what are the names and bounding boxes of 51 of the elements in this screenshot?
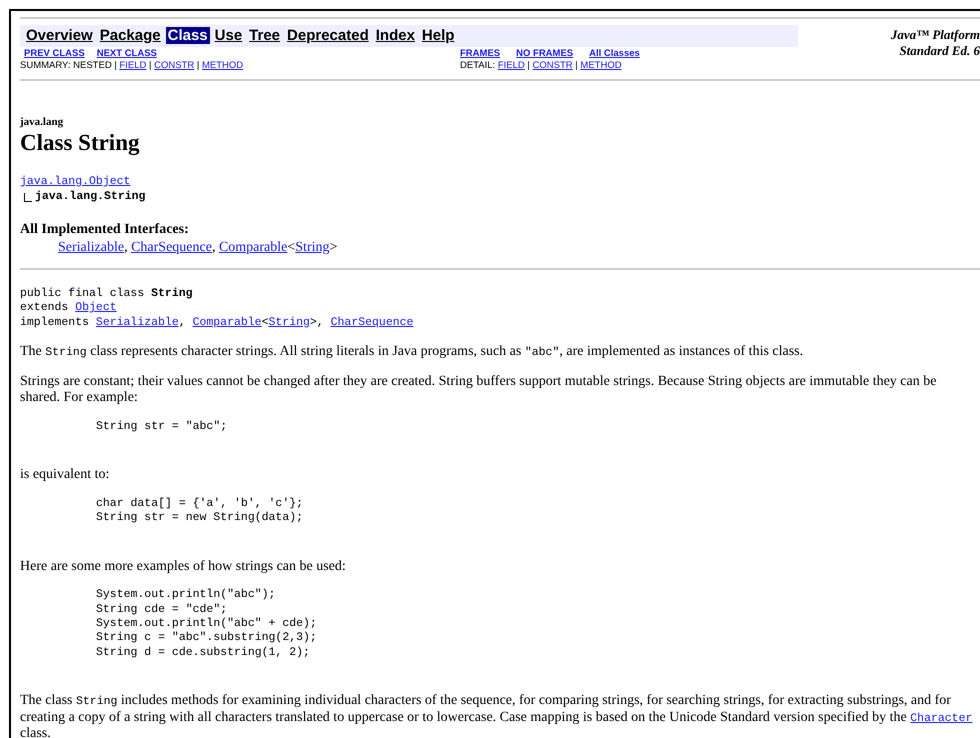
link[interactable]: Object	[75, 301, 117, 314]
interfaces-list: Serializable, CharSequence, Comparable<String>	[58, 238, 980, 258]
link[interactable]: CONSTR	[154, 60, 194, 72]
nav-link[interactable]: NO FRAMES	[516, 48, 574, 60]
package-name: java.lang	[20, 114, 64, 130]
nav-link[interactable]: All Classes	[589, 48, 640, 60]
nav-tab[interactable]: Class	[166, 27, 210, 44]
link[interactable]: String	[295, 240, 330, 255]
declaration-line: public final class String	[20, 287, 194, 302]
nav-tab[interactable]: Help	[420, 27, 456, 44]
link[interactable]: METHOD	[580, 60, 622, 72]
link[interactable]: FIELD	[119, 60, 146, 72]
link[interactable]: CharSequence	[131, 240, 212, 255]
detail-line: DETAIL: FIELD | CONSTR | METHOD	[460, 60, 623, 72]
nav-link[interactable]: NEXT CLASS	[96, 48, 157, 60]
paragraph: The class String includes methods for examining individual characters of the sequence, for comparing strings, for searching strings, for extracting substrings, and for creating a copy of a string with all characters translated to uppercase or to lowercase. Case mapping is based on the Unicode Standard version specified by the Character class.	[20, 693, 974, 738]
link[interactable]: FIELD	[498, 60, 525, 72]
code-text: char data[] = {'a', 'b', 'c'}; String str = new String(data);	[96, 496, 304, 526]
platform-title: Java™ Platform	[890, 27, 980, 43]
interfaces-heading: All Implemented Interfaces:	[20, 220, 190, 239]
nav-tab[interactable]: Index	[374, 27, 417, 44]
code-text: String str = "abc";	[96, 420, 228, 434]
link[interactable]: CONSTR	[532, 60, 573, 72]
paragraph: is equivalent to:	[20, 467, 110, 484]
paragraph: Strings are constant; their values cannot be changed after they are created. String buffers support mutable strings. Because String objects are immutable they can be shared. For example:	[20, 374, 938, 407]
declaration-line: implements Serializable, Comparable<String>, CharSequence	[20, 316, 414, 330]
link[interactable]: CharSequence	[330, 316, 414, 329]
link[interactable]: Character	[910, 712, 972, 725]
paragraph: Here are some more examples of how strings can be used:	[20, 558, 347, 576]
paragraph: The String class represents character strings. All string literals in Java programs, such as "abc", are implemented as instances of this class.	[20, 344, 804, 361]
link[interactable]: METHOD	[202, 60, 244, 72]
link[interactable]: java.lang.Object	[20, 174, 130, 188]
link[interactable]: Comparable	[192, 316, 262, 329]
nav-tab[interactable]: Deprecated	[285, 27, 371, 44]
nav-tab[interactable]: Use	[212, 27, 244, 44]
declaration-line: extends Object	[20, 301, 118, 316]
link[interactable]: Serializable	[96, 316, 179, 329]
nav-tab[interactable]: Tree	[247, 27, 282, 44]
summary-line: SUMMARY: NESTED | FIELD | CONSTR | METHOD	[20, 60, 244, 72]
nav-link[interactable]: FRAMES	[460, 48, 500, 60]
platform-title: Standard Ed. 6	[898, 42, 980, 58]
class-name: java.lang.String	[35, 190, 146, 205]
nav-tab[interactable]: Overview	[24, 27, 95, 44]
tree-branch-icon	[24, 192, 32, 202]
code-text: System.out.println("abc"); String cde = "cde"; System.out.println("abc" + cde); String c = "abc".substring(2,3); String d = cde.substring(1, 2);	[96, 588, 317, 660]
link[interactable]: String	[268, 316, 310, 329]
class-title: Class String	[20, 129, 140, 157]
nav-tab[interactable]: Package	[98, 27, 163, 44]
link[interactable]: Serializable	[58, 240, 124, 255]
nav-link[interactable]: PREV CLASS	[24, 48, 85, 60]
link[interactable]: Comparable	[218, 240, 288, 255]
